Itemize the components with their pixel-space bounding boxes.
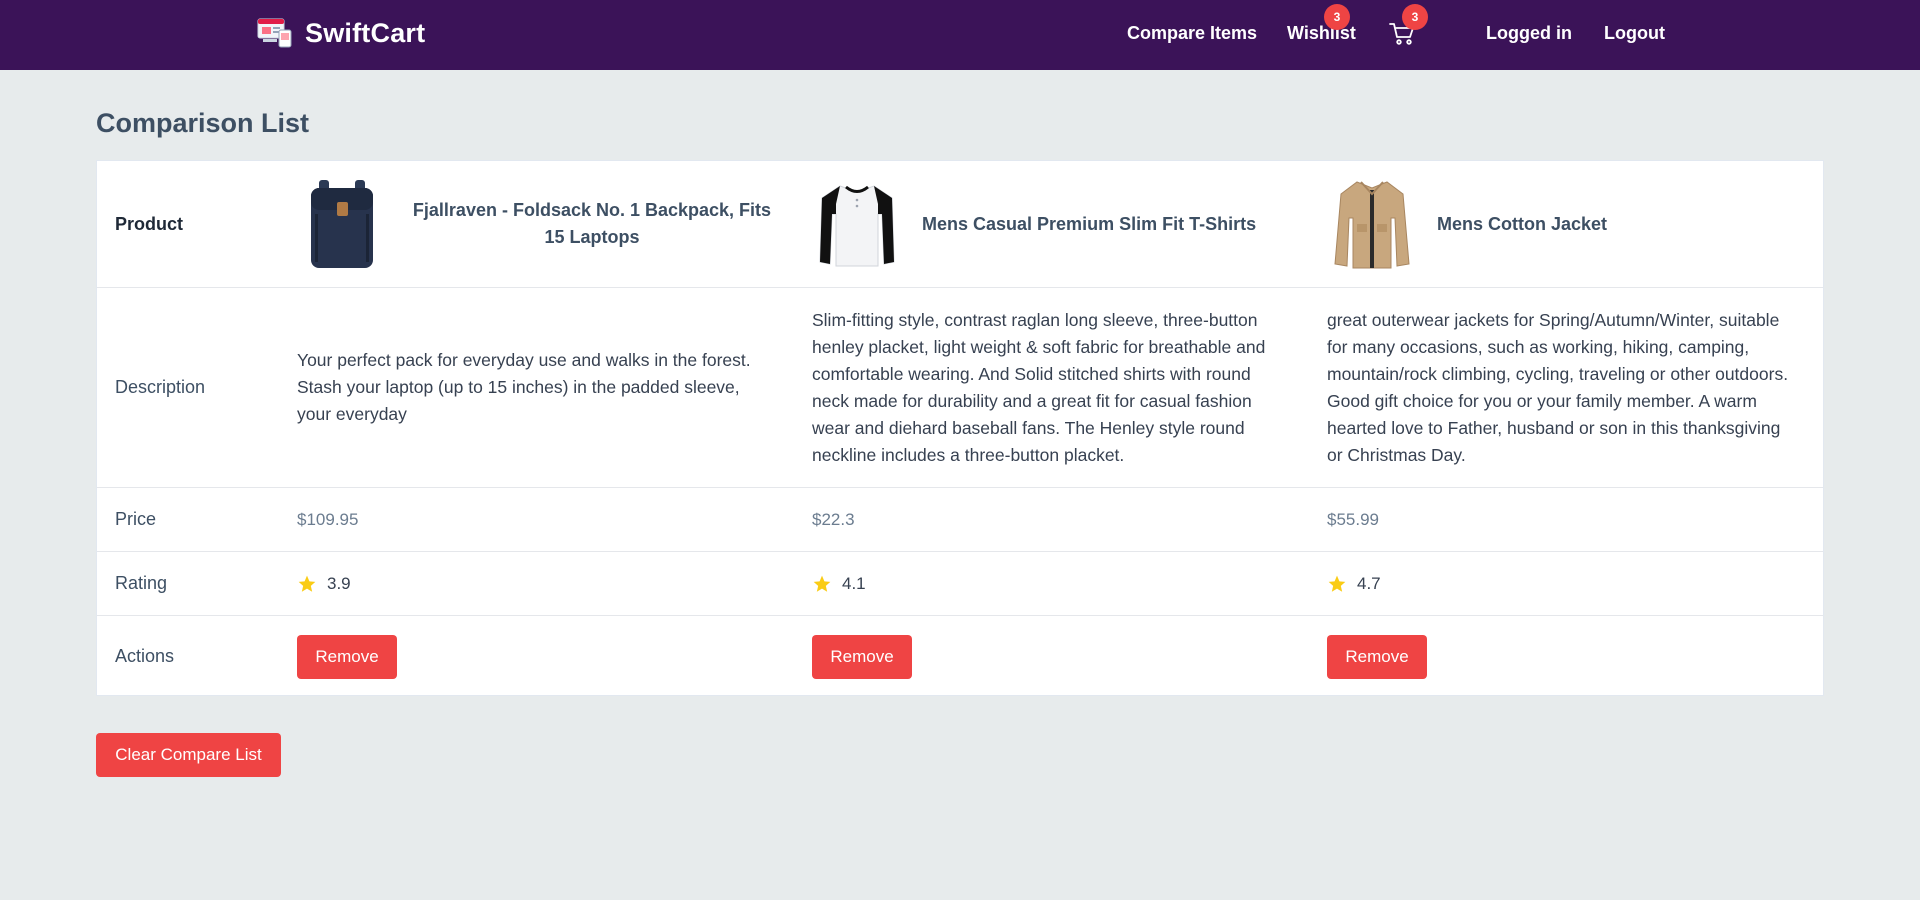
- product-description: Slim-fitting style, contrast raglan long…: [812, 309, 1266, 465]
- nav-logged-in[interactable]: Logged in: [1486, 23, 1572, 44]
- row-label-description: Description: [115, 377, 206, 397]
- product-row: Product Fjallraven - Foldsack No. 1 Back…: [97, 161, 1823, 288]
- product-name[interactable]: Fjallraven - Foldsack No. 1 Backpack, Fi…: [407, 197, 777, 251]
- description-cell: Your perfect pack for everyday use and w…: [297, 288, 777, 487]
- tshirt-image: [819, 185, 895, 267]
- jacket-image: [1334, 181, 1410, 269]
- brand-name: SwiftCart: [305, 17, 426, 48]
- product-cell: Fjallraven - Foldsack No. 1 Backpack, Fi…: [297, 161, 777, 287]
- product-price: $22.3: [812, 509, 855, 529]
- product-price: $109.95: [297, 509, 359, 529]
- actions-cell: Remove: [1327, 616, 1807, 697]
- description-cell: Slim-fitting style, contrast raglan long…: [812, 288, 1292, 487]
- page-title: Comparison List: [96, 108, 310, 138]
- star-icon: [813, 575, 831, 592]
- product-description: Your perfect pack for everyday use and w…: [297, 350, 751, 424]
- price-cell: $22.3: [812, 488, 1292, 551]
- row-label-price: Price: [115, 509, 157, 529]
- price-cell: $55.99: [1327, 488, 1807, 551]
- rating-cell: 4.1: [812, 552, 1292, 615]
- star-icon: [1328, 575, 1346, 592]
- product-name[interactable]: Mens Cotton Jacket: [1437, 211, 1607, 238]
- top-navbar: SwiftCart Compare Items Wishlist 3 3 Log…: [0, 0, 1920, 70]
- remove-button[interactable]: Remove: [297, 634, 397, 679]
- brand[interactable]: SwiftCart: [257, 17, 425, 49]
- rating-row: Rating 3.9 4.1 4.7: [97, 552, 1823, 616]
- rating-cell: 3.9: [297, 552, 777, 615]
- cart-count-badge: 3: [1402, 4, 1428, 30]
- remove-button[interactable]: Remove: [812, 634, 912, 679]
- description-cell: great outerwear jackets for Spring/Autum…: [1327, 288, 1807, 487]
- row-label-rating: Rating: [115, 573, 168, 593]
- price-cell: $109.95: [297, 488, 777, 551]
- description-row: Description Your perfect pack for everyd…: [97, 288, 1823, 488]
- nav-logout[interactable]: Logout: [1604, 23, 1665, 44]
- clear-compare-list-button[interactable]: Clear Compare List: [96, 733, 281, 777]
- actions-cell: Remove: [297, 616, 777, 697]
- row-label-actions: Actions: [115, 646, 175, 666]
- product-cell: Mens Cotton Jacket: [1327, 161, 1807, 287]
- actions-row: Actions Remove Remove Remove: [97, 616, 1823, 697]
- row-label-product: Product: [115, 213, 184, 234]
- star-icon: [298, 575, 316, 592]
- shop-logo-icon: [257, 18, 292, 48]
- nav-compare-items[interactable]: Compare Items: [1127, 23, 1257, 44]
- wishlist-count-badge: 3: [1324, 4, 1350, 30]
- product-rating: 3.9: [327, 573, 351, 593]
- product-description: great outerwear jackets for Spring/Autum…: [1327, 309, 1789, 465]
- remove-button[interactable]: Remove: [1327, 634, 1427, 679]
- product-cell: Mens Casual Premium Slim Fit T-Shirts: [812, 161, 1292, 287]
- product-price: $55.99: [1327, 509, 1379, 529]
- price-row: Price $109.95 $22.3 $55.99: [97, 488, 1823, 552]
- product-rating: 4.1: [842, 573, 866, 593]
- backpack-image: [311, 180, 373, 268]
- actions-cell: Remove: [812, 616, 1292, 697]
- product-rating: 4.7: [1357, 573, 1381, 593]
- rating-cell: 4.7: [1327, 552, 1807, 615]
- comparison-table: Product Fjallraven - Foldsack No. 1 Back…: [96, 160, 1824, 696]
- product-name[interactable]: Mens Casual Premium Slim Fit T-Shirts: [922, 211, 1256, 238]
